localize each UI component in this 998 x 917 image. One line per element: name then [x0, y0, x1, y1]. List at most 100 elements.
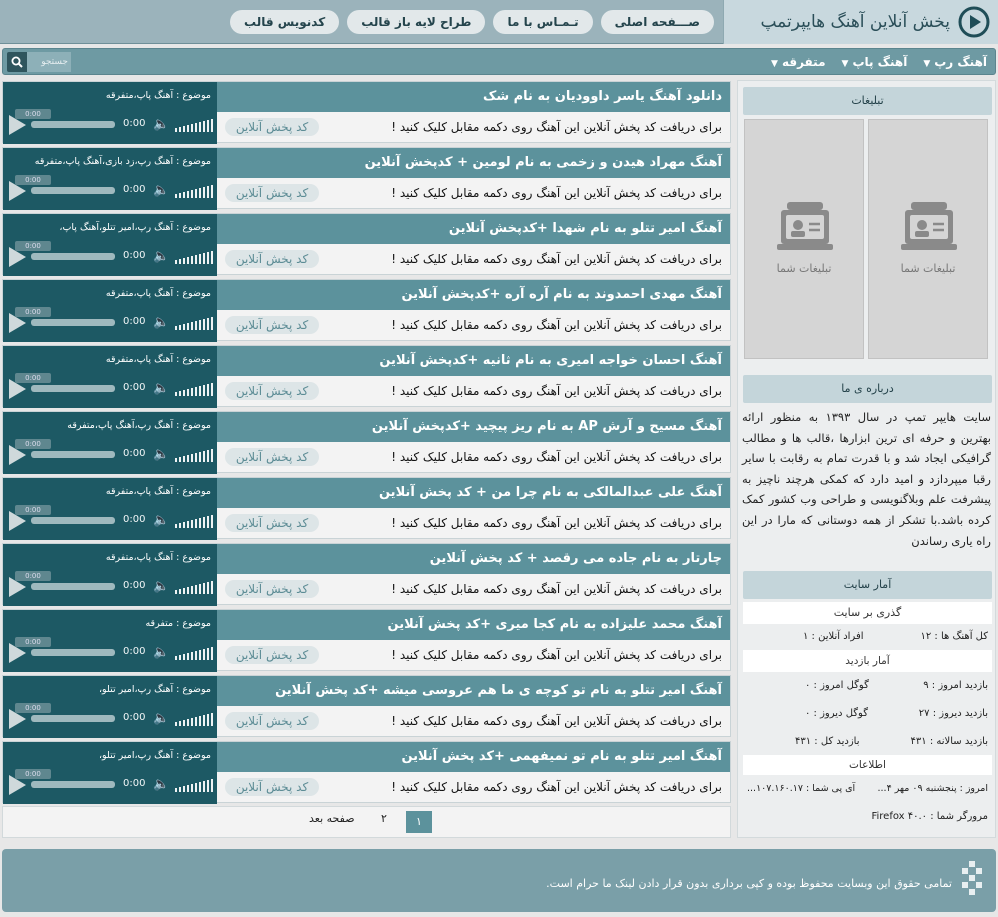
seek-bar[interactable] — [31, 319, 115, 326]
post-topic: موضوع : آهنگ پاپ،متفرقه — [105, 552, 211, 563]
menu-label: آهنگ رپ — [934, 54, 987, 69]
volume-bars[interactable] — [175, 118, 213, 132]
time-tooltip: 0:00 — [15, 439, 51, 449]
online-code-button[interactable]: کد پخش آنلاین — [225, 646, 319, 664]
player-controls: 0:00 0:00 🔈 — [7, 175, 213, 201]
volume-bars[interactable] — [175, 316, 213, 330]
post-title[interactable]: دانلود آهنگ یاسر داوودیان به نام شک — [217, 82, 730, 112]
post-title[interactable]: آهنگ محمد علیزاده به نام کجا میری +کد پخ… — [217, 610, 730, 640]
volume-bars[interactable] — [175, 580, 213, 594]
volume-icon[interactable]: 🔈 — [153, 777, 169, 792]
chevron-down-icon: ▼ — [771, 58, 778, 69]
post-description: برای دریافت کد پخش آنلاین این آهنگ روی د… — [391, 780, 722, 794]
about-title: درباره ی ما — [743, 375, 992, 403]
search-box — [7, 52, 71, 72]
online-code-button[interactable]: کد پخش آنلاین — [225, 118, 319, 136]
ad-slot[interactable]: تبلیغات شما — [744, 119, 864, 359]
info-title: اطلاعات — [743, 755, 992, 775]
volume-icon[interactable]: 🔈 — [153, 183, 169, 198]
volume-bars[interactable] — [175, 382, 213, 396]
current-time: 0:00 — [123, 250, 146, 261]
seek-bar[interactable] — [31, 253, 115, 260]
post-title[interactable]: آهنگ امیر تتلو به نام شهدا +کدپخش آنلاین — [217, 214, 730, 244]
ad-slot[interactable]: تبلیغات شما — [868, 119, 988, 359]
menu-misc[interactable]: متفرقه▼ — [771, 55, 826, 69]
page-2[interactable]: ۲ — [381, 812, 387, 825]
seek-bar[interactable] — [31, 187, 115, 194]
sidebar: تبلیغات تبلیغات شما تبلیغات شما درباره ی… — [737, 80, 996, 838]
volume-icon[interactable]: 🔈 — [153, 711, 169, 726]
volume-icon[interactable]: 🔈 — [153, 315, 169, 330]
post-topic: موضوع : آهنگ رپ،امیر تتلو، — [98, 684, 211, 695]
post-item: آهنگ مسیح و آرش AP به نام ریز پیچید +کدپ… — [2, 411, 731, 474]
volume-icon[interactable]: 🔈 — [153, 117, 169, 132]
volume-icon[interactable]: 🔈 — [153, 447, 169, 462]
online-code-button[interactable]: کد پخش آنلاین — [225, 382, 319, 400]
seek-bar[interactable] — [31, 385, 115, 392]
post-item: چارتار به نام جاده می رقصد + کد پخش آنلا… — [2, 543, 731, 606]
chevron-down-icon: ▼ — [841, 58, 849, 69]
ad-placeholder-icon — [777, 202, 833, 250]
online-code-button[interactable]: کد پخش آنلاین — [225, 448, 319, 466]
online-code-button[interactable]: کد پخش آنلاین — [225, 514, 319, 532]
volume-icon[interactable]: 🔈 — [153, 513, 169, 528]
post-topic: موضوع : آهنگ رپ،امیر تتلو، — [98, 750, 211, 761]
volume-icon[interactable]: 🔈 — [153, 249, 169, 264]
menu-pop[interactable]: آهنگ پاپ▼ — [842, 55, 908, 69]
audio-player: موضوع : آهنگ پاپ،متفرقه 0:00 0:00 🔈 — [3, 346, 217, 408]
brand[interactable]: پخش آنلاین آهنگ هایپرتمپ — [723, 0, 998, 44]
post-description: برای دریافت کد پخش آنلاین این آهنگ روی د… — [391, 582, 722, 596]
volume-bars[interactable] — [175, 514, 213, 528]
volume-icon[interactable]: 🔈 — [153, 579, 169, 594]
volume-bars[interactable] — [175, 184, 213, 198]
post-title[interactable]: آهنگ امیر تتلو به نام تو نمیفهمی +کد پخش… — [217, 742, 730, 772]
online-code-button[interactable]: کد پخش آنلاین — [225, 250, 319, 268]
seek-bar[interactable] — [31, 451, 115, 458]
search-input[interactable] — [27, 52, 71, 72]
volume-bars[interactable] — [175, 778, 213, 792]
post-title[interactable]: آهنگ مسیح و آرش AP به نام ریز پیچید +کدپ… — [217, 412, 730, 442]
nav-coder[interactable]: کدنویس قالب — [230, 10, 340, 34]
post-title[interactable]: آهنگ امیر تتلو به نام تو کوچه ی ما هم عر… — [217, 676, 730, 706]
online-code-button[interactable]: کد پخش آنلاین — [225, 184, 319, 202]
search-button[interactable] — [7, 52, 27, 72]
volume-bars[interactable] — [175, 712, 213, 726]
next-page-link[interactable]: صفحه بعد — [309, 812, 355, 825]
post-topic: موضوع : آهنگ پاپ،متفرقه — [105, 354, 211, 365]
seek-bar[interactable] — [31, 517, 115, 524]
category-menu: آهنگ رپ▼ آهنگ پاپ▼ متفرقه▼ — [771, 49, 987, 74]
post-item: دانلود آهنگ یاسر داوودیان به نام شک برای … — [2, 81, 731, 144]
audio-player: موضوع : آهنگ پاپ،متفرقه 0:00 0:00 🔈 — [3, 280, 217, 342]
nav-contact[interactable]: تـمـاس با ما — [493, 10, 593, 34]
stats-row: بازدید دیروز : ۲۷ گوگل دیروز : ۰ — [743, 708, 992, 722]
stats-title: آمار سایت — [743, 571, 992, 599]
volume-bars[interactable] — [175, 250, 213, 264]
volume-icon[interactable]: 🔈 — [153, 645, 169, 660]
volume-bars[interactable] — [175, 448, 213, 462]
post-item: آهنگ امیر تتلو به نام شهدا +کدپخش آنلاین… — [2, 213, 731, 276]
page-current[interactable]: ۱ — [406, 811, 432, 833]
post-item: آهنگ محمد علیزاده به نام کجا میری +کد پخ… — [2, 609, 731, 672]
volume-bars[interactable] — [175, 646, 213, 660]
stats-row: بازدید سالانه : ۴۳۱ بازدید کل : ۴۳۱ — [743, 736, 992, 750]
online-code-button[interactable]: کد پخش آنلاین — [225, 712, 319, 730]
post-title[interactable]: چارتار به نام جاده می رقصد + کد پخش آنلا… — [217, 544, 730, 574]
volume-icon[interactable]: 🔈 — [153, 381, 169, 396]
online-code-button[interactable]: کد پخش آنلاین — [225, 316, 319, 334]
menu-rap[interactable]: آهنگ رپ▼ — [923, 55, 987, 69]
post-title[interactable]: آهنگ مهدی احمدوند به نام آره آره +کدپخش … — [217, 280, 730, 310]
seek-bar[interactable] — [31, 649, 115, 656]
nav-home[interactable]: صـــفحه اصلی — [600, 10, 714, 34]
seek-bar[interactable] — [31, 781, 115, 788]
seek-bar[interactable] — [31, 583, 115, 590]
post-title[interactable]: آهنگ علی عبدالمالکی به نام چرا من + کد پ… — [217, 478, 730, 508]
seek-bar[interactable] — [31, 121, 115, 128]
nav-designer[interactable]: طراح لایه باز قالب — [347, 10, 486, 34]
current-time: 0:00 — [123, 778, 146, 789]
post-title[interactable]: آهنگ احسان خواجه امیری به نام ثانیه +کدپ… — [217, 346, 730, 376]
stats-row: امروز : پنجشنبه ۰۹ مهر ۴... آی پی شما : … — [743, 783, 992, 797]
online-code-button[interactable]: کد پخش آنلاین — [225, 778, 319, 796]
online-code-button[interactable]: کد پخش آنلاین — [225, 580, 319, 598]
post-title[interactable]: آهنگ مهراد هیدن و زخمی به نام لومین + کد… — [217, 148, 730, 178]
seek-bar[interactable] — [31, 715, 115, 722]
